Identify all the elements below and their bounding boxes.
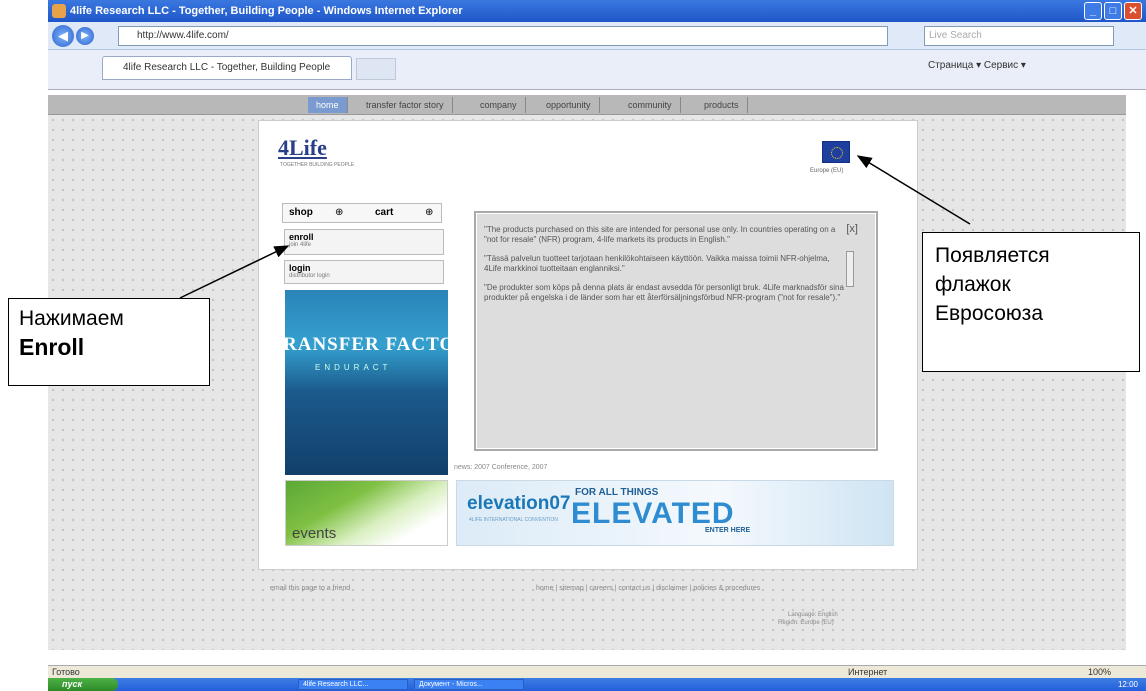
callout-eu-flag: Появляется флажок Евросоюза (922, 232, 1140, 372)
callout-eu-line2: флажок (935, 273, 1011, 296)
callout-enroll: Нажимаем Enroll (8, 298, 210, 386)
callout-enroll-line1: Нажимаем (19, 307, 124, 330)
callout-eu-line1: Появляется (935, 244, 1050, 267)
callout-eu-line3: Евросоюза (935, 302, 1043, 325)
callout-enroll-line2: Enroll (19, 334, 85, 360)
arrow-to-enroll (179, 245, 290, 299)
arrow-to-eu-flag (856, 155, 971, 225)
